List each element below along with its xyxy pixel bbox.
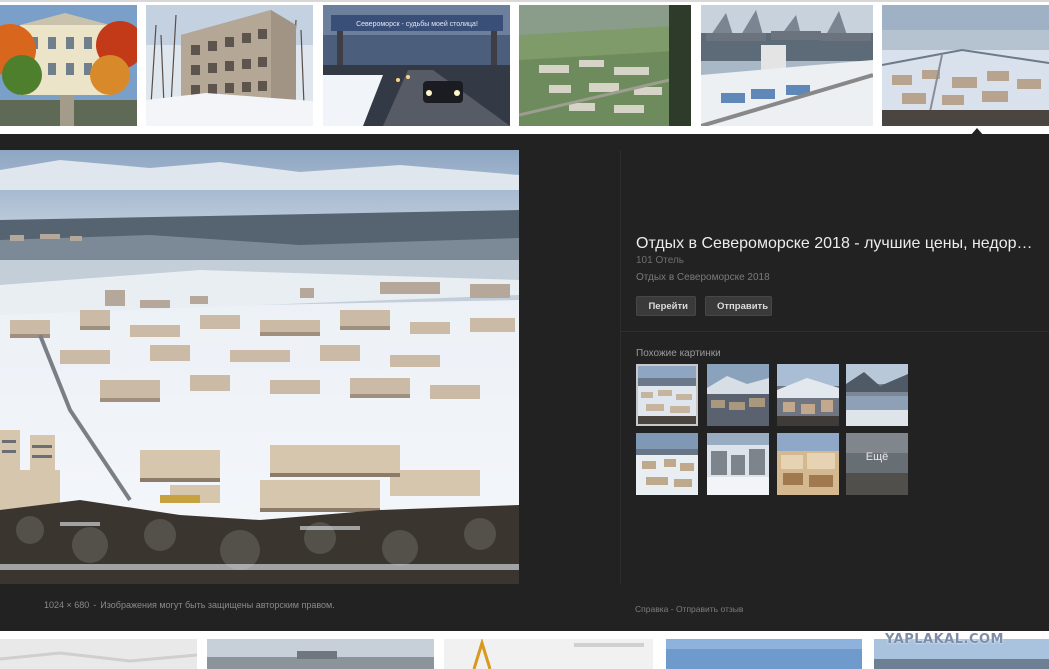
thumbnail-harbor-warships[interactable]: [701, 5, 873, 126]
banner-text: Североморск - судьбы моей столица!: [356, 20, 478, 28]
copyright-note: Изображения могут быть защищены авторски…: [100, 600, 335, 610]
similar-image-1[interactable]: [636, 364, 698, 426]
thumbnail-apartment-building-snow[interactable]: [146, 5, 313, 126]
source-site: 101 Отель: [636, 255, 684, 266]
similar-image-4[interactable]: [846, 364, 908, 426]
main-preview-image[interactable]: [0, 150, 519, 584]
top-thumbnail-strip: Североморск - судьбы моей столица!: [0, 0, 1049, 137]
similar-images-heading: Похожие картинки: [636, 348, 721, 359]
meta-separator: -: [93, 600, 97, 610]
bottom-thumbnail-2[interactable]: [207, 639, 434, 669]
thumbnail-autumn-building[interactable]: [0, 5, 137, 126]
similar-image-3[interactable]: [777, 364, 839, 426]
share-button[interactable]: Отправить: [705, 296, 772, 316]
thumbnail-aerial-town-summer[interactable]: [519, 5, 691, 126]
bottom-thumbnail-4[interactable]: [666, 639, 862, 669]
section-divider: [620, 331, 1049, 332]
visit-button[interactable]: Перейти: [636, 296, 696, 316]
similar-image-6[interactable]: [707, 433, 769, 495]
similar-image-7[interactable]: [777, 433, 839, 495]
image-dimensions: 1024 × 680: [44, 600, 90, 610]
panel-divider: [620, 150, 621, 584]
bottom-thumbnail-3[interactable]: [444, 639, 653, 669]
visit-button-label: Перейти: [648, 300, 688, 312]
help-link[interactable]: Справка: [635, 604, 668, 614]
footer-separator: -: [670, 604, 674, 614]
more-label: Ещё: [865, 451, 889, 463]
share-button-label: Отправить: [717, 300, 769, 312]
bottom-thumbnail-strip: YAPLAKAL.COM: [0, 631, 1049, 669]
send-feedback-link[interactable]: Отправить отзыв: [676, 604, 743, 614]
image-meta: 1024 × 680- Изображения могут быть защище…: [44, 600, 335, 610]
panel-footer-links: Справка - Отправить отзыв: [635, 604, 743, 614]
bottom-thumbnail-1[interactable]: [0, 639, 197, 669]
thumbnail-road-with-banner[interactable]: Североморск - судьбы моей столица!: [323, 5, 510, 126]
image-preview-panel: 1024 × 680- Изображения могут быть защище…: [0, 134, 1049, 631]
similar-image-5[interactable]: [636, 433, 698, 495]
image-description: Отдых в Североморске 2018: [636, 272, 770, 283]
site-watermark: YAPLAKAL.COM: [885, 632, 1004, 647]
more-similar-images-button[interactable]: Ещё: [846, 433, 908, 495]
similar-image-2[interactable]: [707, 364, 769, 426]
thumbnail-winter-town-view[interactable]: [882, 5, 1049, 126]
preview-title-link[interactable]: Отдых в Североморске 2018 - лучшие цены,…: [636, 235, 1036, 253]
